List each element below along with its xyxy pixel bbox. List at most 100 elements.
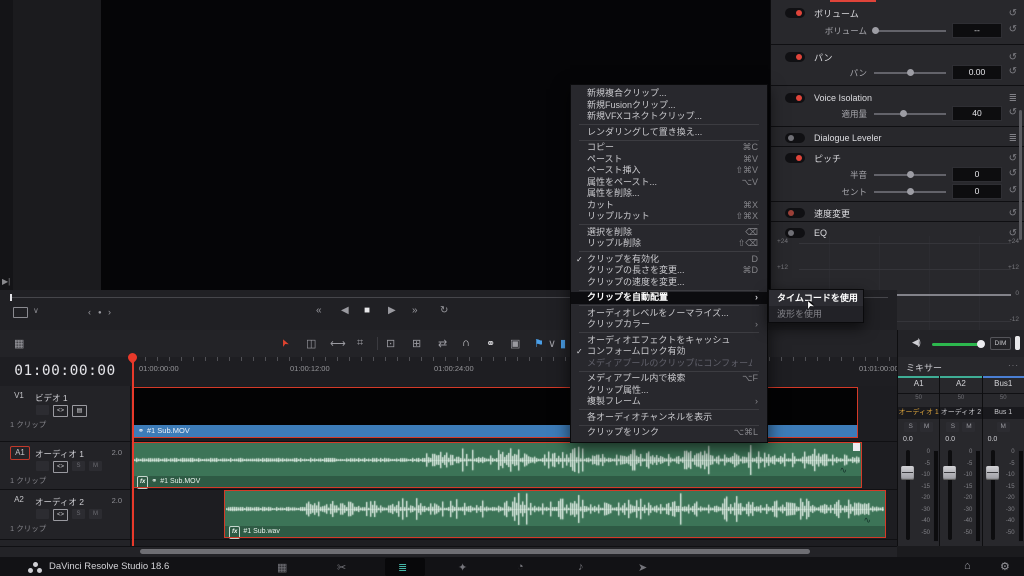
cents-slider[interactable]	[874, 191, 946, 193]
reset-icon[interactable]: ↺	[1009, 24, 1017, 35]
menu-item[interactable]: 各オーディオチャンネルを表示	[571, 412, 767, 424]
solo-icon[interactable]: S	[72, 461, 85, 471]
menu-item[interactable]: ペースト挿入 ⇧⌘V	[571, 165, 767, 177]
goto-end-button[interactable]: »	[412, 305, 418, 316]
auto-select-icon[interactable]	[36, 509, 49, 519]
menu-item[interactable]: クリップをリンク ⌥⌘L	[571, 427, 767, 439]
page-color-tab[interactable]: ◔	[517, 561, 524, 573]
speed-change-toggle[interactable]	[785, 208, 805, 218]
menu-item[interactable]: 属性をペースト... ⌥V	[571, 177, 767, 189]
fader-track[interactable]	[991, 450, 995, 540]
pan-toggle[interactable]	[785, 52, 805, 62]
razor-edit-icon[interactable]: ⌗	[357, 337, 363, 350]
track-badge-a2[interactable]: A2	[10, 494, 28, 506]
track-film-icon[interactable]: ▤	[72, 405, 87, 417]
menu-item[interactable]	[579, 251, 759, 252]
speaker-icon[interactable]: ◀)	[912, 337, 920, 348]
fader-track[interactable]	[948, 450, 952, 540]
destination-icon[interactable]: <>	[53, 405, 68, 417]
sliders-icon[interactable]: ≣	[1009, 133, 1017, 144]
mixer-options-icon[interactable]: ···	[1008, 361, 1019, 370]
trim-edit-icon[interactable]: ◫	[306, 337, 316, 350]
inspector-scrollbar[interactable]	[1019, 110, 1022, 240]
volume-toggle[interactable]	[785, 8, 805, 18]
menu-item[interactable]	[579, 124, 759, 125]
jog-left-icon[interactable]: ‹	[88, 307, 91, 317]
amount-value[interactable]: 40	[952, 106, 1002, 121]
pan-value[interactable]: 0.00	[952, 65, 1002, 80]
menu-item[interactable]	[579, 224, 759, 225]
voice-isolation-toggle[interactable]	[785, 93, 805, 103]
pan-slider[interactable]	[874, 72, 946, 74]
overwrite-edit-icon[interactable]: ⊞	[412, 337, 421, 350]
channel-pan-row[interactable]: 50	[898, 395, 939, 406]
cents-value[interactable]: 0	[952, 184, 1002, 199]
page-fairlight-tab[interactable]: ♪	[578, 561, 584, 573]
project-settings-icon[interactable]: ⚙	[1000, 560, 1010, 573]
mixer-channel-strip[interactable]: A2 50 オーディオ 2 S M 0.0 0-5-10-15-20-30-40…	[940, 376, 982, 546]
mute-icon[interactable]: M	[89, 461, 102, 471]
fader-track[interactable]	[906, 450, 910, 540]
fader-handle[interactable]	[986, 466, 999, 480]
menu-item[interactable]	[579, 425, 759, 426]
menu-item[interactable]: オーディオエフェクトをキャッシュ	[571, 335, 767, 347]
jog-right-icon[interactable]: ›	[108, 307, 111, 317]
jump-icon[interactable]: ▶|	[2, 277, 10, 286]
track-badge-a1[interactable]: A1	[10, 446, 30, 460]
fader-handle[interactable]	[943, 466, 956, 480]
selection-tool-icon[interactable]: ➤	[278, 336, 292, 348]
auto-select-icon[interactable]	[36, 405, 49, 415]
menu-item[interactable]: 属性を削除...	[571, 188, 767, 200]
dialogue-leveler-toggle[interactable]	[785, 133, 805, 143]
mute-button[interactable]: M	[920, 422, 933, 432]
menu-item[interactable]: クリップの長さを変更... ⌘D	[571, 265, 767, 277]
menu-item[interactable]: リップルカット ⇧⌘X	[571, 211, 767, 223]
semitone-value[interactable]: 0	[952, 167, 1002, 182]
play-button[interactable]: ▶	[388, 305, 396, 316]
insert-edit-icon[interactable]: ⊡	[386, 337, 395, 350]
reset-icon[interactable]: ↺	[1009, 185, 1017, 196]
timeline-scrollbar-thumb[interactable]	[140, 549, 810, 554]
channel-pan-row[interactable]: 50	[940, 395, 981, 406]
reset-icon[interactable]: ↺	[1009, 168, 1017, 179]
menu-item[interactable]: 新規Fusionクリップ...	[571, 100, 767, 112]
volume-value[interactable]: --	[952, 23, 1002, 38]
menu-item[interactable]: 複製フレーム ›	[571, 396, 767, 408]
menu-item[interactable]: 新規VFXコネクトクリップ...	[571, 111, 767, 123]
reset-icon[interactable]: ↺	[1009, 107, 1017, 118]
audio-clip-label-bar[interactable]: fx#1 Sub.wav	[225, 526, 885, 537]
solo-button[interactable]: S	[904, 422, 917, 432]
page-fusion-tab[interactable]: ✦	[458, 561, 467, 574]
menu-item[interactable]	[579, 305, 759, 306]
jog-dot-icon[interactable]: ●	[98, 310, 102, 316]
audio-clip-a2[interactable]: fx#1 Sub.wav ∿	[225, 491, 885, 537]
reset-icon[interactable]: ↺	[1009, 66, 1017, 77]
snapping-icon[interactable]: ∩	[462, 337, 470, 349]
dim-button[interactable]: DIM	[990, 337, 1011, 350]
loop-button[interactable]: ↻	[440, 305, 448, 316]
page-deliver-tab[interactable]: ➤	[638, 561, 647, 574]
mute-icon[interactable]: M	[89, 509, 102, 519]
timeline-ruler[interactable]: 01:00:00:0001:00:12:0001:00:24:0001:01:0…	[130, 357, 897, 386]
volume-slider[interactable]	[874, 30, 946, 32]
volume-knob[interactable]	[977, 340, 985, 348]
position-lock-icon[interactable]: ▣	[510, 337, 520, 350]
destination-icon[interactable]: <>	[53, 461, 68, 473]
scrubber-position[interactable]	[10, 294, 12, 301]
chevron-down-icon[interactable]: ∨	[33, 306, 39, 315]
menu-item[interactable]: 新規複合クリップ...	[571, 88, 767, 100]
fade-curve-icon[interactable]: ∿	[839, 465, 847, 476]
mute-button[interactable]: M	[962, 422, 975, 432]
menu-item[interactable]: ✓ コンフォームロック有効	[571, 346, 767, 358]
trim-handle[interactable]	[853, 443, 860, 451]
menu-item[interactable]	[579, 140, 759, 141]
flag-icon[interactable]: ⚑	[534, 337, 544, 350]
dynamic-trim-icon[interactable]: ⟷	[330, 337, 346, 350]
menu-item[interactable]: クリップ属性...	[571, 385, 767, 397]
menu-item[interactable]: レンダリングして置き換え...	[571, 127, 767, 139]
page-edit-tab[interactable]: ≣	[398, 561, 407, 574]
replace-edit-icon[interactable]: ⇄	[438, 337, 447, 350]
goto-start-button[interactable]: «	[316, 305, 322, 316]
link-clips-icon[interactable]: ⚭	[486, 337, 495, 350]
menu-item[interactable]: オーディオレベルをノーマライズ...	[571, 308, 767, 320]
